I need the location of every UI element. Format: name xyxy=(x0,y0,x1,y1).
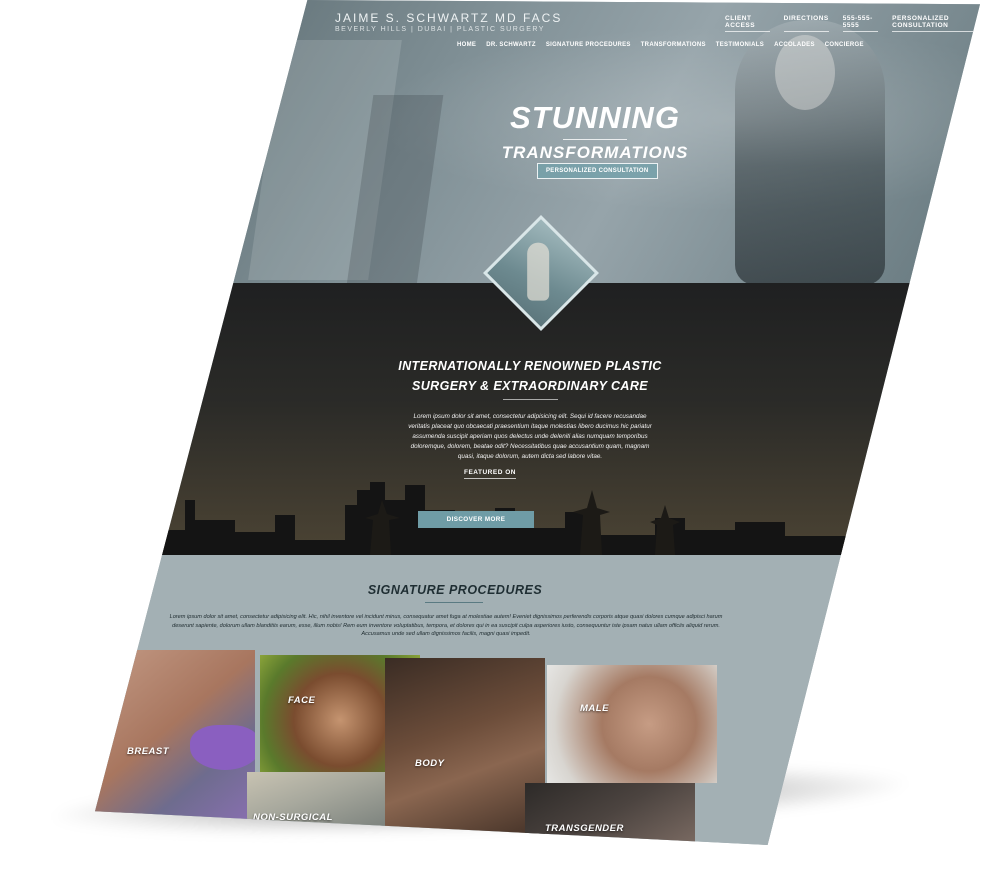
brand-tagline: BEVERLY HILLS | DUBAI | PLASTIC SURGERY xyxy=(335,26,545,33)
intro-title: INTERNATIONALLY RENOWNED PLASTIC SURGERY… xyxy=(395,356,665,396)
utility-directions[interactable]: DIRECTIONS xyxy=(783,15,829,32)
utility-phone[interactable]: 555-555-5555 xyxy=(842,15,879,32)
signature-procedures-title: SIGNATURE PROCEDURES xyxy=(367,583,543,597)
city-skyline-graphic xyxy=(95,482,980,555)
nav-concierge[interactable]: CONCIERGE xyxy=(825,42,864,48)
nav-accolades[interactable]: ACCOLADES xyxy=(774,42,815,48)
discover-more-button[interactable]: DISCOVER MORE xyxy=(418,511,534,528)
nav-dr-schwartz[interactable]: DR. SCHWARTZ xyxy=(486,42,536,48)
intro-title-line2: SURGERY & EXTRAORDINARY CARE xyxy=(411,379,648,393)
tile-transgender[interactable]: TRANSGENDER xyxy=(525,783,695,845)
nav-signature-procedures[interactable]: SIGNATURE PROCEDURES xyxy=(546,42,631,48)
featured-on-label: FEATURED ON xyxy=(464,469,516,479)
featured-model-silhouette xyxy=(527,242,550,301)
intro-text-block: INTERNATIONALLY RENOWNED PLASTIC SURGERY… xyxy=(395,356,665,462)
signature-divider xyxy=(425,602,483,603)
intro-divider xyxy=(502,399,558,400)
website-mockup: JAIME S. SCHWARTZ MD FACS BEVERLY HILLS … xyxy=(95,0,980,845)
brand-logo[interactable]: JAIME S. SCHWARTZ MD FACS BEVERLY HILLS … xyxy=(335,11,562,33)
tile-breast[interactable]: BREAST xyxy=(95,650,255,825)
hero-subheadline: TRANSFORMATIONS xyxy=(501,143,689,162)
intro-body: Lorem ipsum dolor sit amet, consectetur … xyxy=(408,413,652,460)
main-nav: HOME DR. SCHWARTZ SIGNATURE PROCEDURES T… xyxy=(457,42,864,48)
tile-breast-label: BREAST xyxy=(127,746,170,757)
tile-body-label: BODY xyxy=(415,758,445,769)
utility-consultation[interactable]: PERSONALIZED CONSULTATION xyxy=(892,15,980,32)
hero-headline-block: STUNNING TRANSFORMATIONS xyxy=(480,100,710,163)
tile-male-label: MALE xyxy=(580,703,609,714)
utility-client-access[interactable]: CLIENT ACCESS xyxy=(725,15,770,32)
tile-face-label: FACE xyxy=(288,695,316,706)
nav-transformations[interactable]: TRANSFORMATIONS xyxy=(641,42,706,48)
tile-male[interactable]: MALE xyxy=(547,665,717,783)
brand-name: JAIME S. SCHWARTZ MD FACS xyxy=(335,11,563,25)
hero-divider xyxy=(563,139,627,140)
intro-title-line1: INTERNATIONALLY RENOWNED PLASTIC xyxy=(398,359,662,373)
tile-body[interactable]: BODY xyxy=(385,658,545,845)
tile-breast-image xyxy=(190,725,255,770)
nav-testimonials[interactable]: TESTIMONIALS xyxy=(716,42,764,48)
signature-procedures-body: Lorem ipsum dolor sit amet, consectetur … xyxy=(169,614,723,637)
utility-nav: CLIENT ACCESS DIRECTIONS 555-555-5555 PE… xyxy=(725,15,980,32)
nav-home[interactable]: HOME xyxy=(457,42,476,48)
hero-headline: STUNNING xyxy=(510,100,680,135)
tile-transgender-label: TRANSGENDER xyxy=(545,823,624,834)
hero-consultation-button[interactable]: PERSONALIZED CONSULTATION xyxy=(537,163,658,179)
